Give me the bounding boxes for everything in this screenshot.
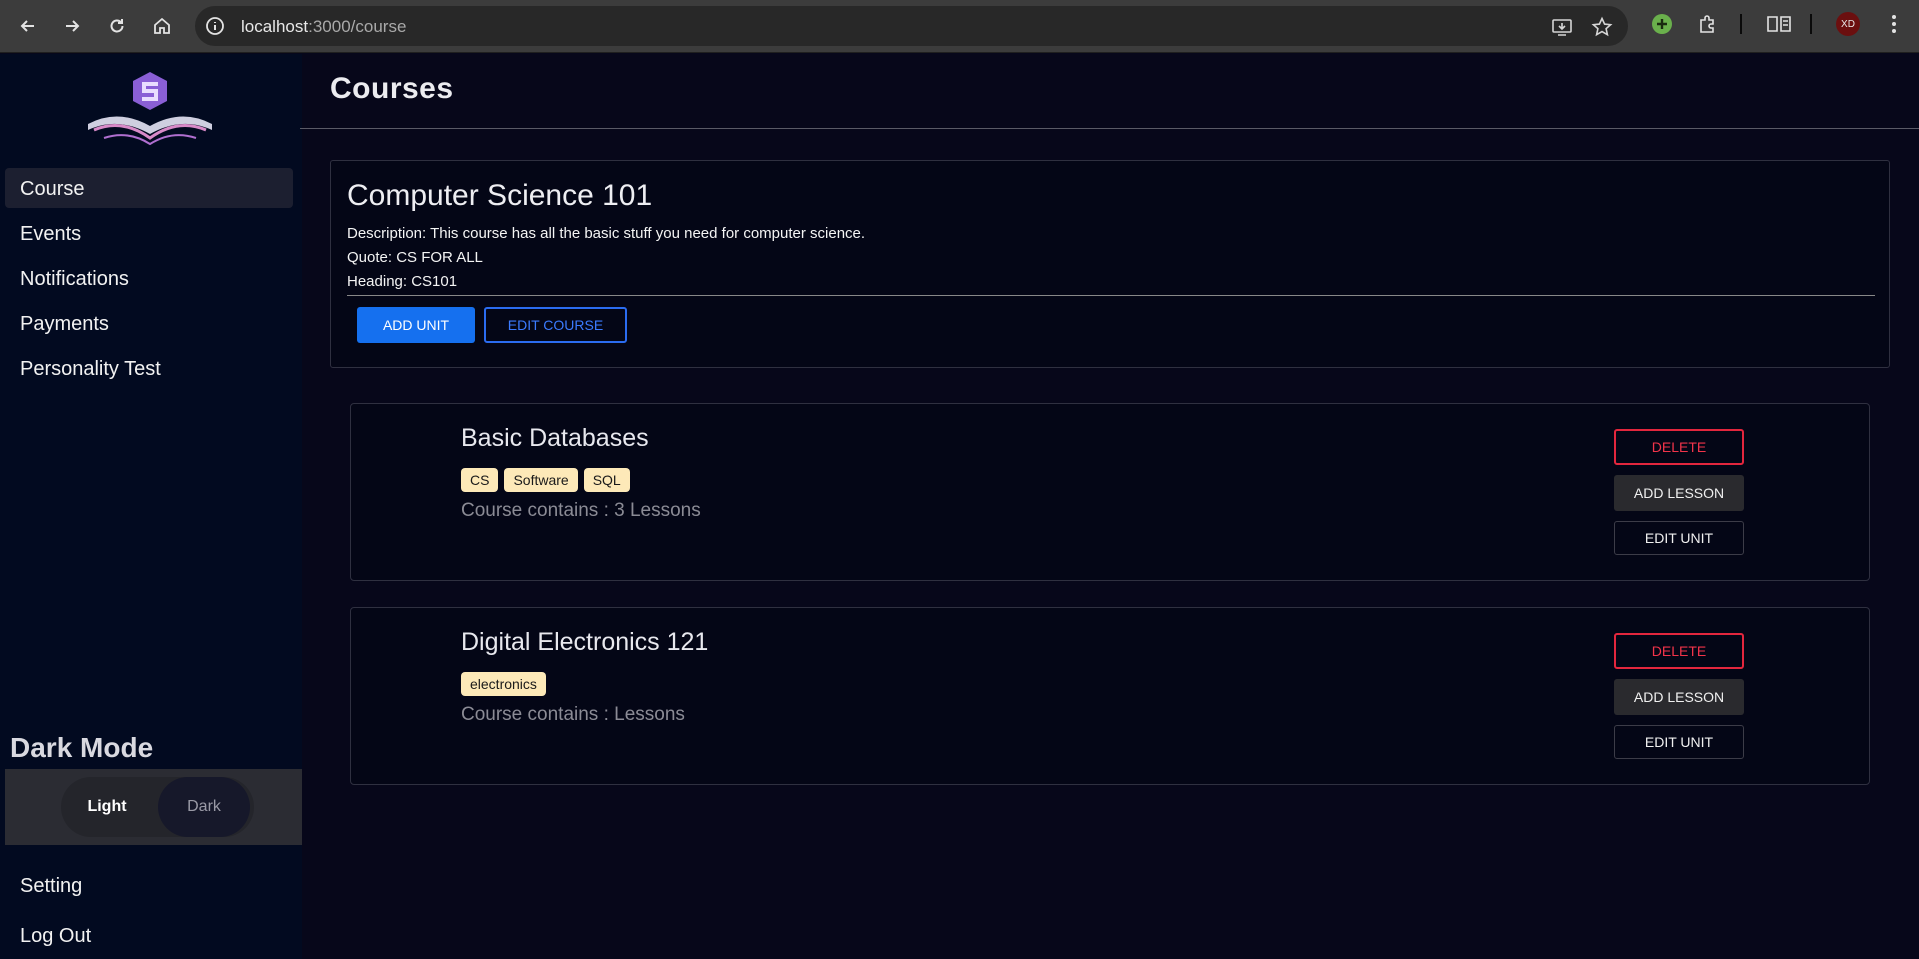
profile-initials: XD bbox=[1836, 12, 1860, 36]
sidebar-item-label: Events bbox=[20, 223, 82, 245]
theme-option-dark[interactable]: Dark bbox=[158, 777, 250, 837]
browser-toolbar: localhost:3000/course XD bbox=[0, 0, 1919, 53]
theme-toggle[interactable]: Light Dark bbox=[61, 777, 254, 837]
sidebar-item-label: Course bbox=[20, 178, 85, 200]
sidebar-item-personality-test[interactable]: Personality Test bbox=[5, 348, 293, 388]
home-icon[interactable] bbox=[146, 10, 178, 42]
course-card: Computer Science 101 Description: This c… bbox=[330, 160, 1890, 368]
sidebar-item-log-out[interactable]: Log Out bbox=[5, 915, 293, 955]
unit-lesson-count: Course contains : Lessons bbox=[461, 704, 685, 725]
site-info-icon[interactable] bbox=[205, 16, 225, 36]
extension-green-icon[interactable] bbox=[1650, 12, 1674, 36]
menu-kebab-icon[interactable] bbox=[1882, 12, 1906, 36]
theme-option-light[interactable]: Light bbox=[61, 777, 153, 837]
course-heading: Heading: CS101 bbox=[347, 273, 458, 290]
add-unit-button[interactable]: ADD UNIT bbox=[357, 307, 475, 343]
bookmark-star-icon[interactable] bbox=[1591, 16, 1613, 38]
sidebar-item-label: Setting bbox=[20, 875, 83, 897]
unit-tags: CS Software SQL bbox=[461, 468, 630, 492]
edit-unit-button[interactable]: EDIT UNIT bbox=[1614, 725, 1744, 759]
unit-card: Basic Databases CS Software SQL Course c… bbox=[350, 403, 1870, 581]
address-bar[interactable]: localhost:3000/course bbox=[195, 6, 1628, 46]
add-lesson-button[interactable]: ADD LESSON bbox=[1614, 475, 1744, 511]
add-lesson-button[interactable]: ADD LESSON bbox=[1614, 679, 1744, 715]
profile-avatar-icon[interactable]: XD bbox=[1836, 12, 1860, 36]
sidebar-item-label: Log Out bbox=[20, 925, 92, 947]
unit-tags: electronics bbox=[461, 672, 546, 696]
unit-lesson-count: Course contains : 3 Lessons bbox=[461, 500, 701, 521]
theme-toggle-panel: Light Dark bbox=[5, 769, 302, 845]
delete-unit-button[interactable]: DELETE bbox=[1614, 429, 1744, 465]
course-quote: Quote: CS FOR ALL bbox=[347, 249, 483, 266]
tag: electronics bbox=[461, 672, 546, 696]
title-divider bbox=[300, 128, 1919, 129]
tag: SQL bbox=[583, 468, 630, 492]
unit-name: Digital Electronics 121 bbox=[461, 628, 709, 656]
course-name: Computer Science 101 bbox=[347, 179, 653, 212]
sidebar-item-notifications[interactable]: Notifications bbox=[5, 258, 293, 298]
install-app-icon[interactable] bbox=[1551, 16, 1573, 38]
delete-unit-button[interactable]: DELETE bbox=[1614, 633, 1744, 669]
page-title: Courses bbox=[330, 72, 454, 105]
course-divider bbox=[347, 295, 1875, 296]
reading-list-icon[interactable] bbox=[1764, 12, 1794, 36]
back-icon[interactable] bbox=[12, 10, 44, 42]
edit-course-button[interactable]: EDIT COURSE bbox=[484, 307, 627, 343]
forward-icon[interactable] bbox=[56, 10, 88, 42]
sidebar-item-label: Personality Test bbox=[20, 358, 161, 380]
dark-mode-title: Dark Mode bbox=[10, 732, 154, 763]
sidebar: Course Events Notifications Payments Per… bbox=[0, 54, 302, 959]
book-logo-icon[interactable] bbox=[84, 68, 216, 146]
sidebar-item-setting[interactable]: Setting bbox=[5, 865, 293, 905]
toolbar-divider bbox=[1810, 14, 1812, 34]
sidebar-item-label: Payments bbox=[20, 313, 109, 335]
reload-icon[interactable] bbox=[101, 10, 133, 42]
sidebar-item-label: Notifications bbox=[20, 268, 129, 290]
edit-unit-button[interactable]: EDIT UNIT bbox=[1614, 521, 1744, 555]
tag: Software bbox=[504, 468, 578, 492]
course-description: Description: This course has all the bas… bbox=[347, 225, 866, 242]
unit-name: Basic Databases bbox=[461, 424, 649, 452]
toolbar-divider bbox=[1740, 14, 1742, 34]
url-text[interactable]: localhost:3000/course bbox=[241, 17, 406, 37]
sidebar-item-payments[interactable]: Payments bbox=[5, 303, 293, 343]
tag: CS bbox=[461, 468, 499, 492]
extensions-puzzle-icon[interactable] bbox=[1696, 12, 1720, 36]
unit-card: Digital Electronics 121 electronics Cour… bbox=[350, 607, 1870, 785]
sidebar-item-events[interactable]: Events bbox=[5, 213, 293, 253]
sidebar-item-course[interactable]: Course bbox=[5, 168, 293, 208]
